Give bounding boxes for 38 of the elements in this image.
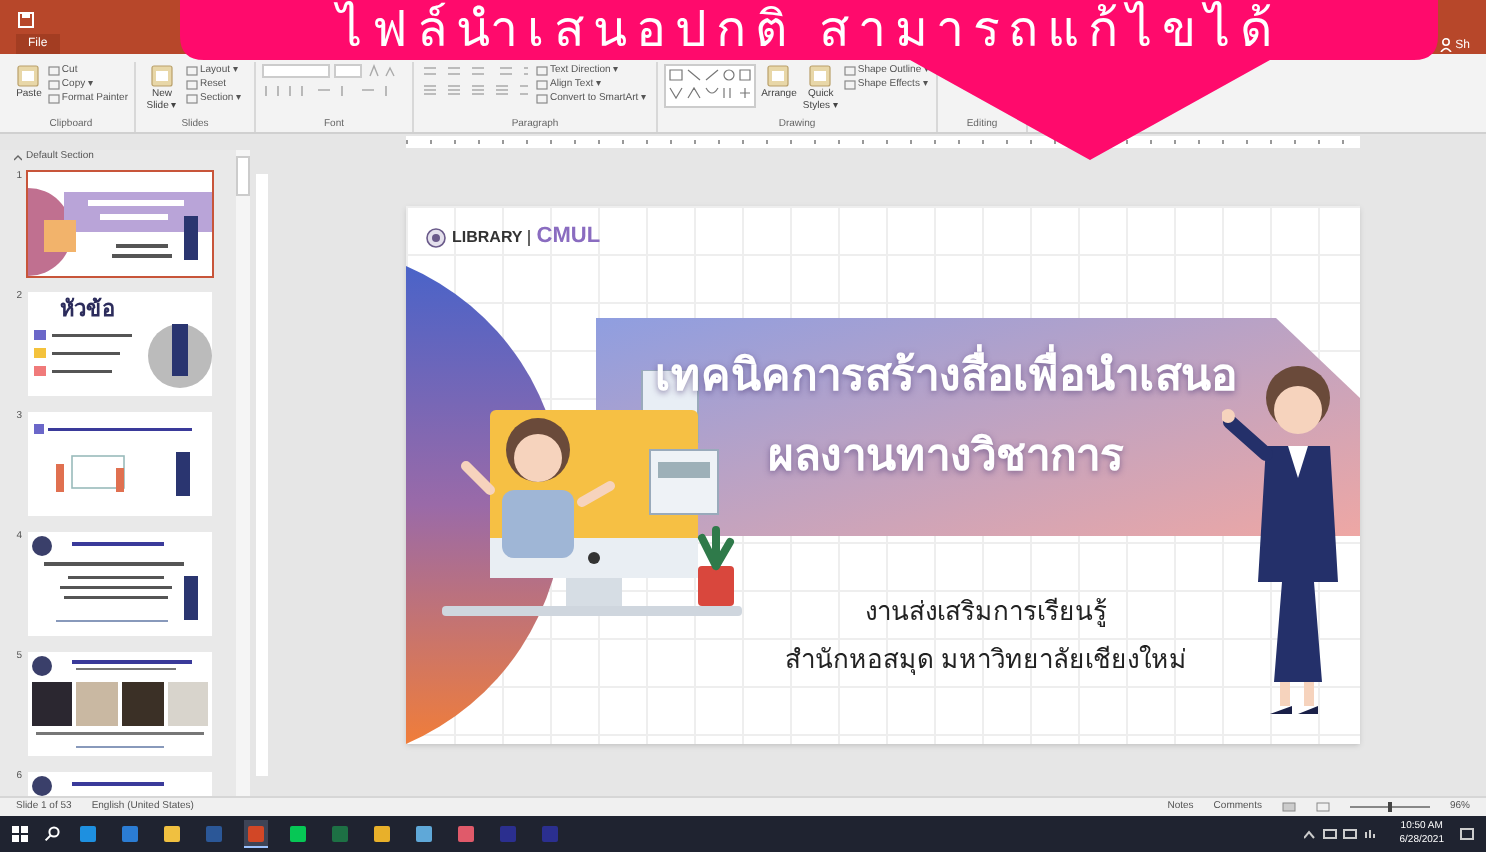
collapse-icon[interactable] bbox=[14, 153, 22, 161]
library-logo-icon bbox=[426, 227, 446, 247]
slide-title-line: ผลงานทางวิชาการ bbox=[768, 428, 1124, 484]
slide-thumbnail[interactable]: หัวข้อ bbox=[26, 290, 214, 398]
banner-heading: ไฟล์นำเสนอปกติ สามารถแก้ไขได้ bbox=[332, 0, 1283, 62]
large-command-icon bbox=[808, 64, 833, 88]
app-tile-icon[interactable] bbox=[374, 825, 390, 841]
slide-title-line: เทคนิคการสร้างสื่อเพื่อนำเสนอ bbox=[655, 342, 1237, 410]
save-icon[interactable] bbox=[18, 12, 34, 28]
app-tile-icon[interactable] bbox=[206, 825, 222, 841]
app-tile-icon[interactable] bbox=[458, 825, 474, 841]
logo-wordmark: LIBRARY bbox=[452, 229, 531, 245]
app-tile-icon[interactable] bbox=[80, 825, 96, 841]
zoom-slider-thumb[interactable] bbox=[1387, 802, 1392, 812]
logo-mark: CMUL bbox=[536, 226, 601, 248]
app-tile-icon[interactable] bbox=[248, 825, 264, 841]
notification-icon[interactable] bbox=[1460, 827, 1474, 841]
taskbar-button[interactable] bbox=[244, 820, 268, 848]
large-command-icon bbox=[766, 64, 791, 88]
app-tile-icon[interactable] bbox=[290, 825, 306, 841]
large-command-icon bbox=[150, 64, 174, 88]
windows-start-icon[interactable] bbox=[12, 826, 28, 842]
slide-subtitle-line: สำนักหอสมุด มหาวิทยาลัยเชียงใหม่ bbox=[785, 642, 1187, 678]
slide-subtitle-line: งานส่งเสริมการเรียนรู้ bbox=[865, 594, 1107, 630]
font-name-field[interactable] bbox=[262, 64, 330, 78]
app-tile-icon[interactable] bbox=[332, 825, 348, 841]
app-tile-icon[interactable] bbox=[164, 825, 180, 841]
app-tile-icon[interactable] bbox=[122, 825, 138, 841]
app-tile-icon[interactable] bbox=[542, 825, 558, 841]
font-size-field[interactable] bbox=[334, 64, 362, 78]
normal-view-icon[interactable] bbox=[1281, 802, 1296, 812]
app-tile-icon[interactable] bbox=[500, 825, 516, 841]
scrollbar[interactable] bbox=[236, 150, 250, 796]
shapes-gallery[interactable] bbox=[664, 64, 756, 108]
thumbnail-title: หัวข้อ bbox=[60, 298, 116, 324]
app-tile-icon[interactable] bbox=[416, 825, 432, 841]
search-icon[interactable] bbox=[44, 826, 60, 842]
large-command-icon bbox=[16, 64, 41, 88]
